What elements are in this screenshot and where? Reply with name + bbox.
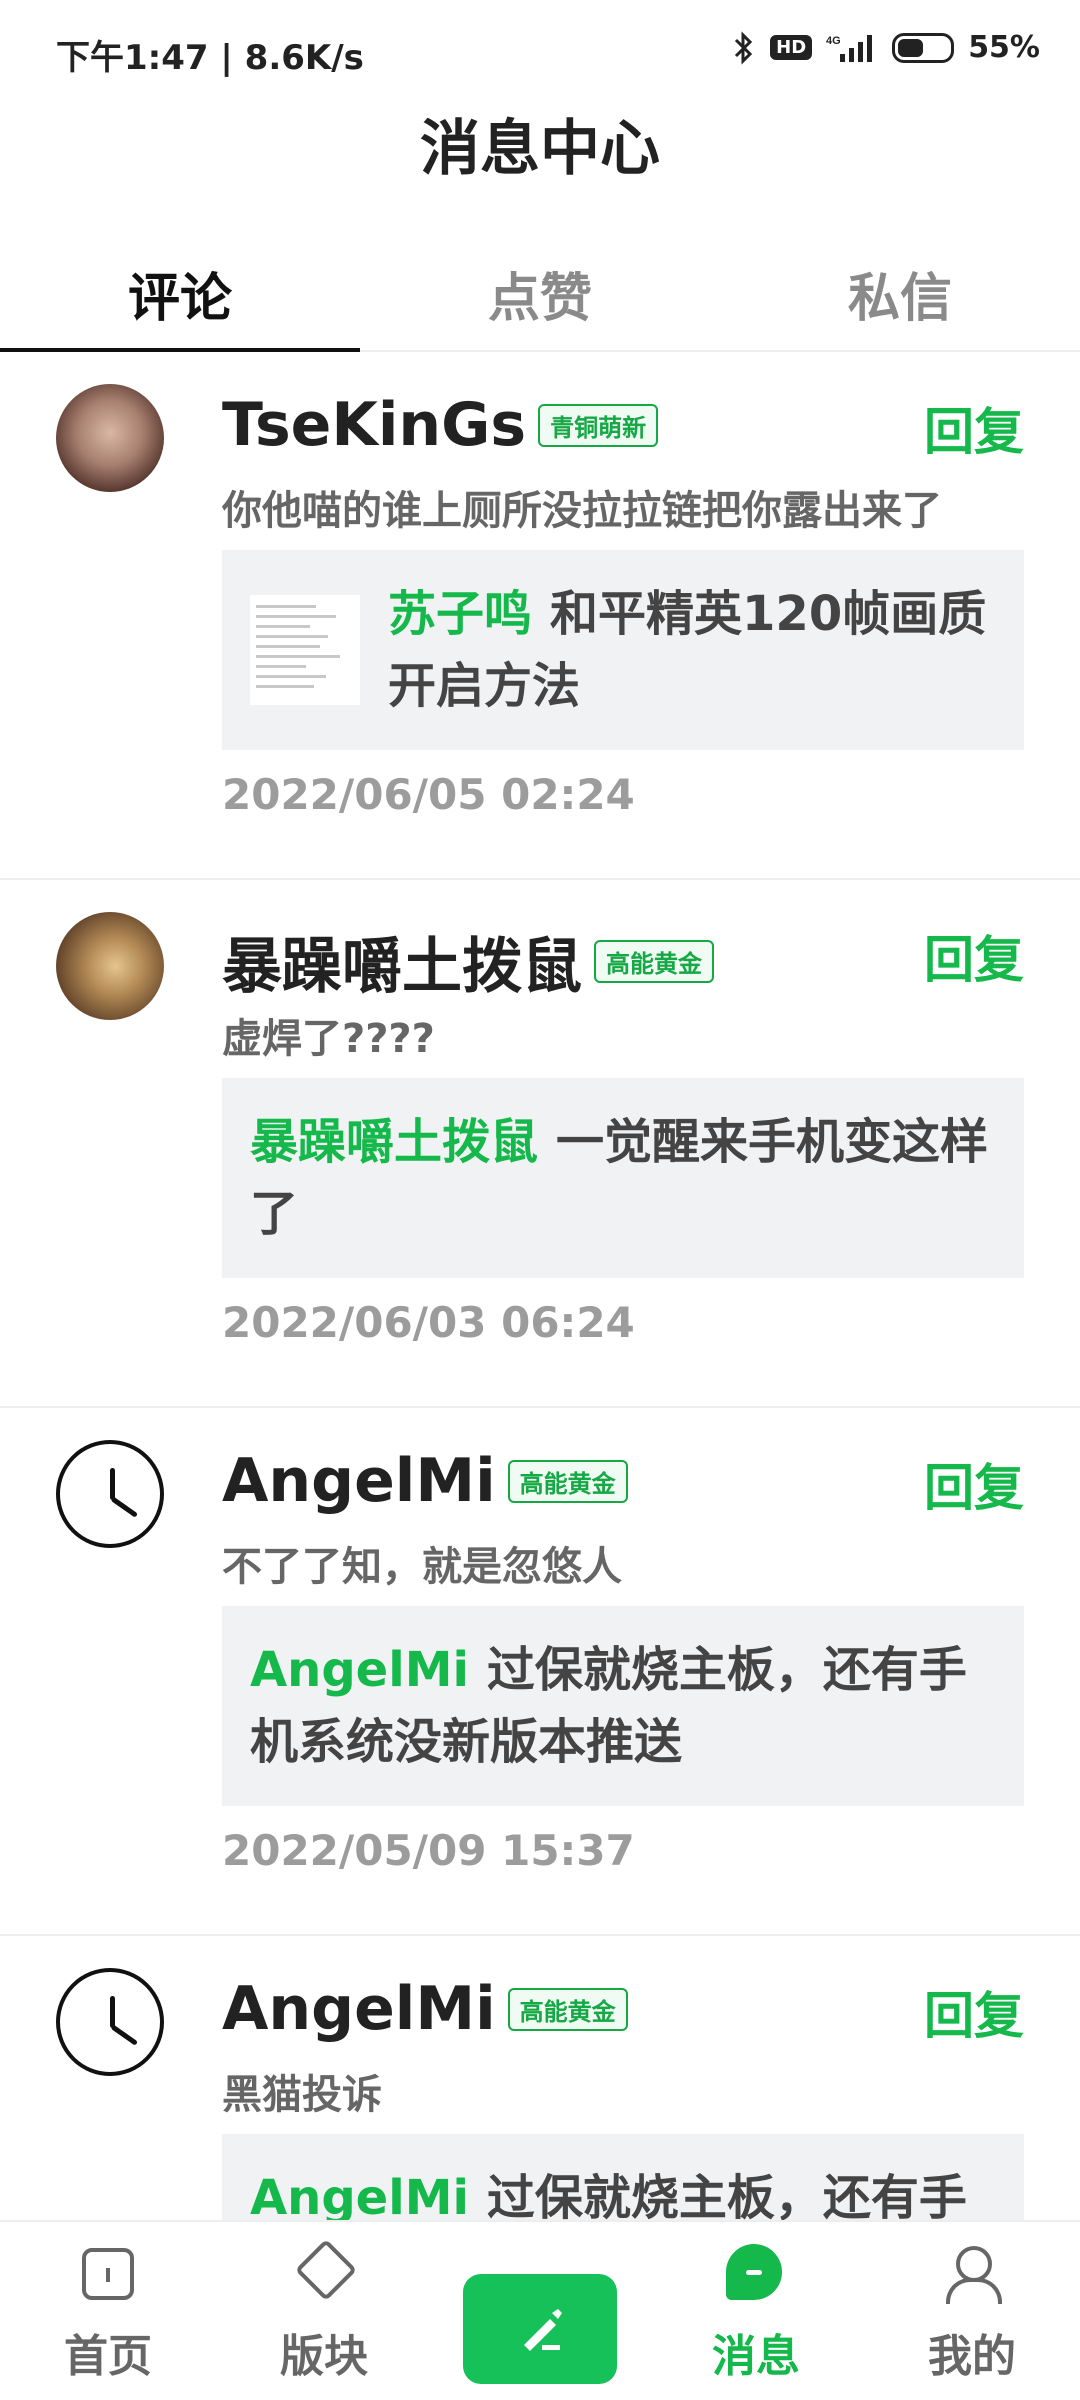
user-icon [942,2244,1002,2304]
signal-icon: 4G [826,32,878,64]
quote-author[interactable]: AngelMi [250,2170,469,2220]
reply-button[interactable]: 回复 [924,392,1024,464]
nav-compose[interactable] [432,2222,648,2400]
level-badge: 高能黄金 [507,1987,628,2031]
list-item[interactable]: AngelMi 高能黄金 回复 黑猫投诉 AngelMi过保就烧主板，还有手机系… [0,1936,1080,2220]
timestamp: 2022/05/09 15:37 [222,1826,635,1875]
signal-label: 4G [826,35,841,47]
comment-text: 黑猫投诉 [222,2072,382,2118]
post-thumbnail [250,595,360,705]
username[interactable]: AngelMi [222,1446,496,1516]
status-time-speed: 下午1:47 | 8.6K/s [56,38,364,78]
tab-private-messages[interactable]: 私信 [720,230,1080,350]
quote-text: 苏子鸣 和平精英120帧画质开启方法 [388,578,996,722]
comment-list[interactable]: TseKinGs 青铜萌新 回复 你他喵的谁上厕所没拉拉链把你露出来了 苏子鸣和… [0,352,1080,2220]
clock-avatar-icon[interactable] [56,1968,164,2076]
status-icons: HD 4G 55% [732,30,1040,65]
comment-text: 虚焊了???? [222,1016,435,1062]
reply-button[interactable]: 回复 [924,920,1024,992]
reply-button[interactable]: 回复 [924,1448,1024,1520]
level-badge: 高能黄金 [594,940,714,983]
nav-home[interactable]: 首页 [0,2222,216,2400]
battery-percent: 55% [968,30,1040,65]
comment-text: 你他喵的谁上厕所没拉拉链把你露出来了 [222,488,942,534]
clock-avatar-icon[interactable] [56,1440,164,1548]
timestamp: 2022/06/05 02:24 [222,770,635,819]
name-row: AngelMi 高能黄金 [222,1974,628,2044]
level-badge: 高能黄金 [507,1459,628,1503]
nav-boards[interactable]: 版块 [216,2222,432,2400]
nav-boards-label: 版块 [280,2331,368,2382]
quoted-post[interactable]: AngelMi过保就烧主板，还有手机系统没新版本推送 [222,1606,1024,1806]
reply-button[interactable]: 回复 [924,1976,1024,2048]
tab-comments[interactable]: 评论 [0,230,360,352]
name-row: 暴躁嚼土拨鼠 高能黄金 [222,918,714,1005]
compose-button[interactable] [463,2274,617,2384]
pen-icon [524,2309,562,2351]
layers-icon [294,2244,354,2304]
nav-messages-label: 消息 [712,2331,800,2382]
quote-text: AngelMi过保就烧主板，还有手机系统没新版本推送 [250,1634,996,1778]
list-item[interactable]: 暴躁嚼土拨鼠 高能黄金 回复 虚焊了???? 暴躁嚼土拨鼠 一觉醒来手机变这样了 … [0,880,1080,1408]
quote-text: 暴躁嚼土拨鼠 一觉醒来手机变这样了 [250,1106,996,1250]
status-bar: 下午1:47 | 8.6K/s HD 4G 55% [0,0,1080,96]
username[interactable]: TseKinGs [222,390,526,460]
name-row: TseKinGs 青铜萌新 [222,390,659,460]
message-icon [726,2244,786,2304]
bluetooth-icon [732,30,756,65]
username[interactable]: AngelMi [222,1974,496,2044]
tab-likes[interactable]: 点赞 [360,230,720,350]
quoted-post[interactable]: 苏子鸣 和平精英120帧画质开启方法 [222,550,1024,750]
quote-author[interactable]: 暴躁嚼土拨鼠 [250,1114,538,1170]
timestamp: 2022/06/03 06:24 [222,1298,635,1347]
name-row: AngelMi 高能黄金 [222,1446,628,1516]
bottom-nav: 首页 版块 消息 我的 [0,2220,1080,2400]
battery-icon [892,32,955,63]
nav-mine-label: 我的 [928,2331,1016,2382]
quoted-post[interactable]: 暴躁嚼土拨鼠 一觉醒来手机变这样了 [222,1078,1024,1278]
avatar[interactable] [56,384,164,492]
tab-bar: 评论 点赞 私信 [0,230,1080,352]
list-item[interactable]: TseKinGs 青铜萌新 回复 你他喵的谁上厕所没拉拉链把你露出来了 苏子鸣和… [0,352,1080,880]
level-badge: 青铜萌新 [538,403,659,447]
nav-home-label: 首页 [64,2331,152,2382]
hd-badge: HD [770,35,813,60]
quote-text: AngelMi过保就烧主板，还有手机系统没新版本推送 [250,2162,996,2220]
list-item[interactable]: AngelMi 高能黄金 回复 不了了知，就是忽悠人 AngelMi 过保就烧主板… [0,1408,1080,1936]
page-title: 消息中心 [420,114,660,184]
username[interactable]: 暴躁嚼土拨鼠 [222,918,582,1005]
quote-author[interactable]: 苏子鸣 [388,586,532,642]
home-icon [78,2244,138,2304]
nav-mine[interactable]: 我的 [864,2222,1080,2400]
quoted-post[interactable]: AngelMi过保就烧主板，还有手机系统没新版本推送 [222,2134,1024,2220]
comment-text: 不了了知，就是忽悠人 [222,1544,622,1590]
quote-author[interactable]: AngelMi [250,1642,469,1698]
nav-messages[interactable]: 消息 [648,2222,864,2400]
avatar[interactable] [56,912,164,1020]
